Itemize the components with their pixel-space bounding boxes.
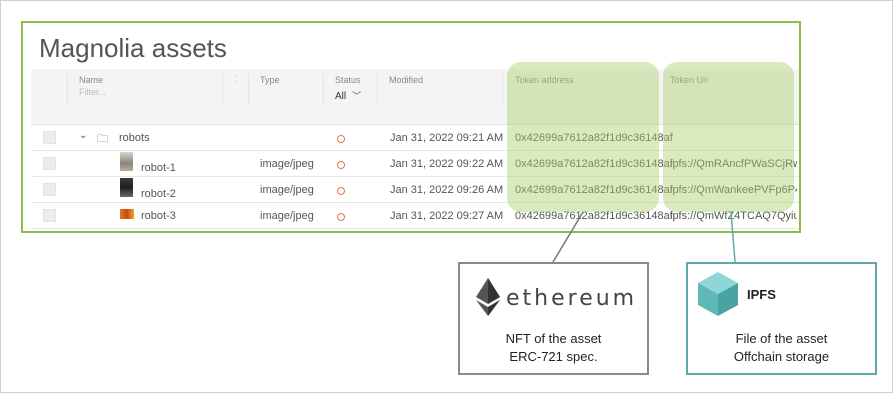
- ethereum-callout-card: ethereum NFT of the asset ERC-721 spec.: [458, 262, 649, 375]
- ipfs-caption-line2: Offchain storage: [733, 349, 830, 364]
- ipfs-callout-card: IPFS File of the asset Offchain storage: [686, 262, 877, 375]
- ethereum-caption-line2: ERC-721 spec.: [509, 349, 598, 364]
- ethereum-logo-text: ethereum: [506, 286, 638, 311]
- ethereum-caption-line1: NFT of the asset: [505, 331, 602, 346]
- ipfs-caption-line1: File of the asset: [735, 331, 828, 346]
- ipfs-cube-icon: [698, 272, 738, 316]
- ipfs-logo-text: IPFS: [747, 287, 776, 302]
- ethereum-connector-line: [552, 211, 584, 263]
- ethereum-logo-icon: [476, 278, 500, 316]
- ipfs-connector-line: [730, 211, 736, 263]
